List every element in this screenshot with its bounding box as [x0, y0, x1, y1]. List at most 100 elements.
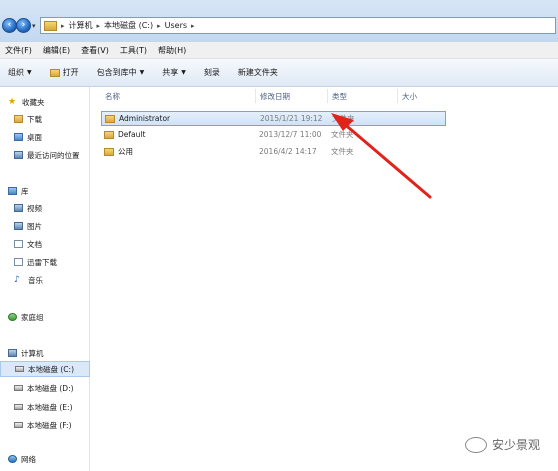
nav-favorites[interactable]: ★ 收藏夹	[8, 94, 98, 110]
column-header-size[interactable]: 大小	[402, 91, 417, 102]
folder-icon	[104, 147, 114, 156]
nav-drive-c[interactable]: 本地磁盘 (C:)	[0, 361, 90, 377]
include-in-library-button[interactable]: 包含到库中 ▼	[97, 67, 145, 78]
nav-pictures-label: 图片	[27, 221, 42, 231]
file-date: 2016/4/2 14:17	[259, 147, 317, 156]
column-header-type[interactable]: 类型	[332, 91, 347, 102]
command-bar: 组织 ▼ 打开 包含到库中 ▼ 共享 ▼ 刻录 新建文件夹	[0, 59, 558, 87]
nav-computer-label: 计算机	[21, 348, 44, 358]
computer-icon	[8, 349, 17, 357]
breadcrumb-computer[interactable]: 计算机	[69, 20, 93, 31]
picture-icon	[14, 222, 23, 230]
drive-icon	[14, 385, 23, 391]
nav-libraries-label: 库	[21, 186, 29, 196]
column-header-modified[interactable]: 修改日期	[260, 91, 290, 102]
file-row[interactable]: Administrator 2015/1/21 19:12 文件夹	[101, 111, 446, 126]
file-date: 2013/12/7 11:00	[259, 130, 322, 139]
nav-network[interactable]: 网络	[8, 451, 98, 467]
downloads-folder-icon	[14, 115, 23, 123]
back-button[interactable]: ‹	[2, 18, 17, 33]
drive-icon	[15, 366, 24, 372]
file-type: 文件夹	[332, 114, 355, 123]
breadcrumb-drive-c[interactable]: 本地磁盘 (C:)	[104, 20, 153, 31]
nav-downloads-label: 下载	[27, 114, 42, 124]
navigation-pane: ★ 收藏夹 下载 桌面 最近访问的位置 库 视频 图片 文档 迅雷下载 ♪ 音乐…	[0, 87, 90, 471]
menu-bar: 文件(F) 编辑(E) 查看(V) 工具(T) 帮助(H)	[0, 42, 558, 59]
organize-button[interactable]: 组织 ▼	[8, 67, 32, 78]
menu-edit[interactable]: 编辑(E)	[43, 45, 70, 56]
nav-drive-e-label: 本地磁盘 (E:)	[27, 402, 73, 412]
file-row[interactable]: 公用 2016/4/2 14:17 文件夹	[101, 144, 446, 159]
forward-button[interactable]: ›	[16, 18, 31, 33]
chevron-right-icon[interactable]: ▸	[157, 22, 161, 30]
nav-network-label: 网络	[21, 454, 36, 464]
burn-button[interactable]: 刻录	[204, 67, 220, 78]
menu-help[interactable]: 帮助(H)	[158, 45, 186, 56]
column-divider[interactable]	[255, 89, 256, 103]
file-list: 名称 修改日期 类型 大小 Administrator 2015/1/21 19…	[91, 87, 558, 471]
file-date: 2015/1/21 19:12	[260, 114, 323, 123]
drive-icon	[14, 404, 23, 410]
breadcrumb-users[interactable]: Users	[165, 21, 187, 30]
recent-places-icon	[14, 151, 23, 159]
file-name: 公用	[118, 147, 133, 156]
open-folder-icon	[49, 68, 60, 77]
watermark: 安少景观	[465, 436, 540, 453]
column-divider[interactable]	[327, 89, 328, 103]
nav-homegroup[interactable]: 家庭组	[8, 309, 98, 325]
folder-icon	[105, 114, 115, 123]
drive-icon	[14, 422, 23, 428]
nav-computer[interactable]: 计算机	[8, 345, 98, 361]
nav-documents-label: 文档	[27, 239, 42, 249]
nav-homegroup-label: 家庭组	[21, 312, 44, 322]
open-label: 打开	[62, 68, 79, 77]
folder-icon	[44, 20, 57, 31]
watermark-text: 安少景观	[492, 438, 541, 452]
document-icon	[14, 240, 23, 248]
new-folder-button[interactable]: 新建文件夹	[238, 67, 278, 78]
share-button[interactable]: 共享 ▼	[162, 67, 186, 78]
wechat-icon	[465, 436, 487, 453]
desktop-icon	[14, 133, 23, 141]
include-label: 包含到库中	[96, 68, 137, 77]
chevron-down-icon: ▼	[139, 69, 145, 76]
library-icon	[8, 187, 17, 195]
homegroup-icon	[8, 313, 17, 321]
chevron-right-icon[interactable]: ▸	[97, 22, 101, 30]
history-dropdown-icon[interactable]: ▾	[32, 22, 36, 30]
nav-xunlei-label: 迅雷下载	[27, 257, 57, 267]
nav-drive-f-label: 本地磁盘 (F:)	[27, 420, 72, 430]
file-type: 文件夹	[331, 147, 354, 156]
folder-icon	[104, 130, 114, 139]
title-bar: ‹ › ▾ ▸ 计算机 ▸ 本地磁盘 (C:) ▸ Users ▸	[0, 0, 558, 42]
nav-desktop-label: 桌面	[27, 132, 42, 142]
chevron-down-icon: ▼	[27, 69, 32, 76]
nav-libraries[interactable]: 库	[8, 183, 98, 199]
star-icon: ★	[8, 97, 17, 107]
column-divider[interactable]	[397, 89, 398, 103]
organize-label: 组织	[8, 68, 24, 77]
chevron-right-icon[interactable]: ▸	[191, 22, 195, 30]
nav-videos-label: 视频	[27, 203, 42, 213]
nav-favorites-label: 收藏夹	[22, 97, 45, 107]
file-name: Default	[118, 130, 146, 139]
open-button[interactable]: 打开	[49, 67, 79, 78]
nav-drive-c-label: 本地磁盘 (C:)	[28, 364, 74, 374]
column-header-name[interactable]: 名称	[105, 91, 120, 102]
share-label: 共享	[162, 68, 179, 77]
menu-view[interactable]: 查看(V)	[81, 45, 109, 56]
file-name: Administrator	[119, 114, 171, 123]
menu-file[interactable]: 文件(F)	[5, 45, 32, 56]
download-icon	[14, 258, 23, 266]
network-icon	[8, 455, 17, 463]
address-bar[interactable]: ▸ 计算机 ▸ 本地磁盘 (C:) ▸ Users ▸	[40, 17, 556, 34]
chevron-down-icon: ▼	[181, 69, 186, 76]
file-row[interactable]: Default 2013/12/7 11:00 文件夹	[101, 127, 446, 142]
file-type: 文件夹	[331, 130, 354, 139]
nav-music-label: 音乐	[28, 275, 43, 285]
menu-tools[interactable]: 工具(T)	[120, 45, 147, 56]
video-icon	[14, 204, 23, 212]
nav-recent-label: 最近访问的位置	[27, 150, 80, 160]
nav-drive-d-label: 本地磁盘 (D:)	[27, 383, 74, 393]
chevron-right-icon[interactable]: ▸	[61, 22, 65, 30]
